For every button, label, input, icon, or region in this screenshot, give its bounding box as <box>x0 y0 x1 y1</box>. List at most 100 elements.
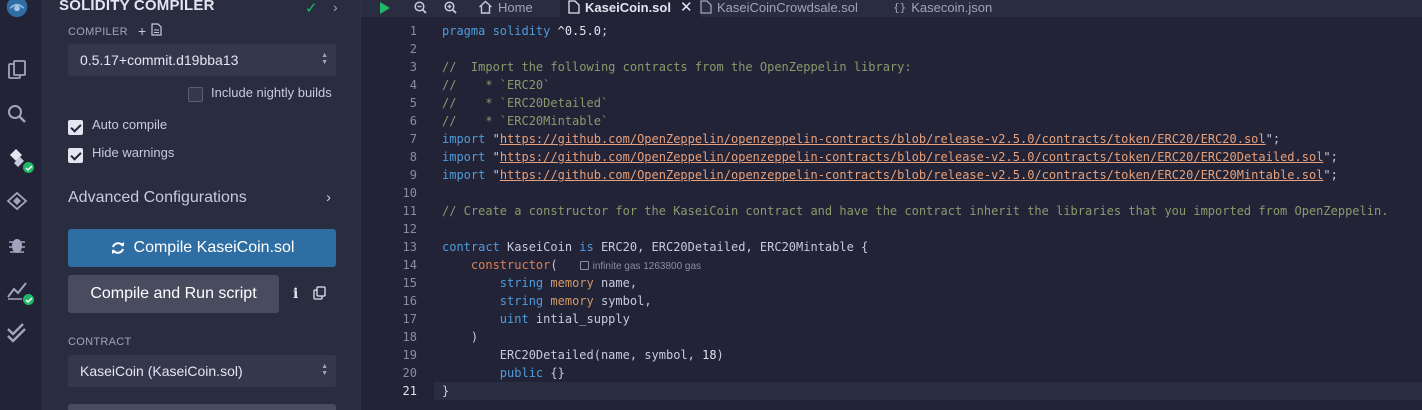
code-line: // Create a constructor for the KaseiCoi… <box>442 204 1389 218</box>
code-line: uint intial_supply <box>499 312 630 326</box>
zoom-out-icon[interactable] <box>414 0 427 15</box>
code-line: pragma solidity ^0.5.0; <box>442 24 609 38</box>
code-line: ERC20Detailed(name, symbol, 18) <box>442 348 724 362</box>
line-number: 16 <box>402 294 417 308</box>
gas-icon <box>579 261 589 270</box>
add-compiler-icon[interactable]: + <box>138 23 146 39</box>
line-number: 5 <box>409 96 417 110</box>
code-line: import "https://github.com/OpenZeppelin/… <box>442 132 1281 146</box>
remix-logo-icon[interactable] <box>2 0 32 24</box>
select-arrows-icon: ▲ ▼ <box>321 52 328 66</box>
line-number: 6 <box>409 114 417 128</box>
line-number: 3 <box>409 60 417 74</box>
info-icon[interactable]: i <box>293 286 298 302</box>
refresh-icon <box>111 242 124 254</box>
code-line: import "https://github.com/OpenZeppelin/… <box>442 168 1338 182</box>
debugger-icon[interactable] <box>5 233 29 257</box>
gas-estimate-text: infinite gas 1263800 gas <box>592 261 702 272</box>
line-number: 15 <box>402 276 417 290</box>
code-line: // * `ERC20Mintable` <box>442 114 609 128</box>
copy-icon[interactable] <box>313 286 327 300</box>
solidity-compiler-panel: SOLIDITY COMPILER ✓ › COMPILER + 0.5.17+… <box>43 0 361 410</box>
code-line: string memory name, <box>499 276 638 290</box>
code-line: } <box>442 384 450 398</box>
custom-compiler-file-icon[interactable] <box>151 23 162 39</box>
compiler-label: COMPILER <box>68 26 128 38</box>
compiler-version-select[interactable]: 0.5.17+commit.d19bba13 ▲ ▼ <box>68 44 336 76</box>
code-line: // Import the following contracts from t… <box>442 60 912 74</box>
code-line: constructor(infinite gas 1263800 gas <box>470 258 702 272</box>
tab-kaseicoin-sol[interactable]: KaseiCoin.sol ✕ <box>560 0 701 17</box>
compile-run-button-label: Compile and Run script <box>90 285 257 302</box>
line-number: 4 <box>409 78 417 92</box>
hide-warnings-checkbox[interactable] <box>68 148 83 163</box>
icon-rail <box>0 0 43 410</box>
editor-tab-bar: Home KaseiCoin.sol ✕ KaseiCoinCrowdsale.… <box>361 0 1422 17</box>
code-line: import "https://github.com/OpenZeppelin/… <box>442 150 1338 164</box>
file-icon <box>568 0 580 14</box>
code-line: string memory symbol, <box>499 294 652 308</box>
compiler-version-value: 0.5.17+commit.d19bba13 <box>80 52 239 68</box>
code-line: public {} <box>499 366 565 380</box>
file-explorer-icon[interactable] <box>5 58 29 82</box>
contract-label: CONTRACT <box>68 336 132 348</box>
line-number: 17 <box>402 312 417 326</box>
line-number: 7 <box>409 132 417 146</box>
line-number: 13 <box>402 240 417 254</box>
compile-button-label: Compile KaseiCoin.sol <box>133 239 295 256</box>
hide-warnings-label: Hide warnings <box>92 145 175 160</box>
test-double-check-icon[interactable] <box>5 321 29 345</box>
check-badge-icon <box>22 293 35 306</box>
search-icon[interactable] <box>5 102 29 126</box>
auto-compile-label: Auto compile <box>92 117 168 132</box>
line-number: 10 <box>402 186 417 200</box>
check-badge-icon <box>22 161 35 174</box>
code-line: ) <box>442 330 479 344</box>
line-number: 18 <box>402 330 417 344</box>
line-number: 19 <box>402 348 417 362</box>
deploy-run-icon[interactable] <box>5 189 29 213</box>
line-number: 9 <box>409 168 417 182</box>
line-number: 1 <box>409 24 417 38</box>
contract-select[interactable]: KaseiCoin (KaseiCoin.sol) ▲ ▼ <box>68 355 336 387</box>
tab-label: KaseiCoinCrowdsale.sol <box>717 0 858 15</box>
contract-select-value: KaseiCoin (KaseiCoin.sol) <box>80 363 243 379</box>
compile-button[interactable]: Compile KaseiCoin.sol <box>68 229 336 267</box>
panel-title: SOLIDITY COMPILER <box>59 0 215 14</box>
auto-compile-checkbox[interactable] <box>68 120 83 135</box>
code-line: // * `ERC20Detailed` <box>442 96 609 110</box>
line-number: 21 <box>402 384 417 398</box>
line-number: 2 <box>409 42 417 56</box>
chevron-right-icon[interactable]: › <box>326 189 331 206</box>
home-icon <box>479 0 492 14</box>
tab-kaseicoincrowdsale-sol[interactable]: KaseiCoinCrowdsale.sol <box>692 0 866 17</box>
advanced-configurations-toggle[interactable]: Advanced Configurations <box>68 189 247 207</box>
line-number: 11 <box>402 204 417 218</box>
tab-kasecoin-json[interactable]: {} Kasecoin.json <box>885 0 1000 17</box>
compiler-actions: + <box>138 23 162 39</box>
braces-icon: {} <box>893 0 907 14</box>
line-number: 12 <box>402 222 417 236</box>
select-arrows-icon: ▲ ▼ <box>321 363 328 377</box>
tab-label: Kasecoin.json <box>911 0 993 15</box>
active-line-highlight <box>434 382 1422 400</box>
solidity-compiler-icon[interactable] <box>5 146 35 174</box>
compile-success-check-icon: ✓ <box>305 0 318 17</box>
close-tab-icon[interactable]: ✕ <box>680 0 693 16</box>
line-number: 14 <box>402 258 417 272</box>
line-number: 8 <box>409 150 417 164</box>
analysis-icon[interactable] <box>5 278 35 306</box>
line-number: 20 <box>402 366 417 380</box>
code-line: contract KaseiCoin is ERC20, ERC20Detail… <box>442 240 869 254</box>
code-line: // * `ERC20` <box>442 78 551 92</box>
zoom-in-icon[interactable] <box>444 0 457 15</box>
publish-button[interactable] <box>68 404 336 410</box>
compile-and-run-script-button[interactable]: Compile and Run script <box>68 275 279 313</box>
nightly-builds-checkbox[interactable] <box>188 87 203 102</box>
chevron-right-icon[interactable]: › <box>333 0 338 15</box>
tab-home[interactable]: Home <box>470 0 541 17</box>
tab-label: KaseiCoin.sol <box>585 0 671 15</box>
nightly-builds-label: Include nightly builds <box>211 85 332 100</box>
run-script-icon[interactable] <box>379 0 391 15</box>
line-number-gutter: 1 2 3 4 5 6 7 8 9 10 11 12 13 14 15 16 17 18 19 20 21 <box>361 22 433 410</box>
